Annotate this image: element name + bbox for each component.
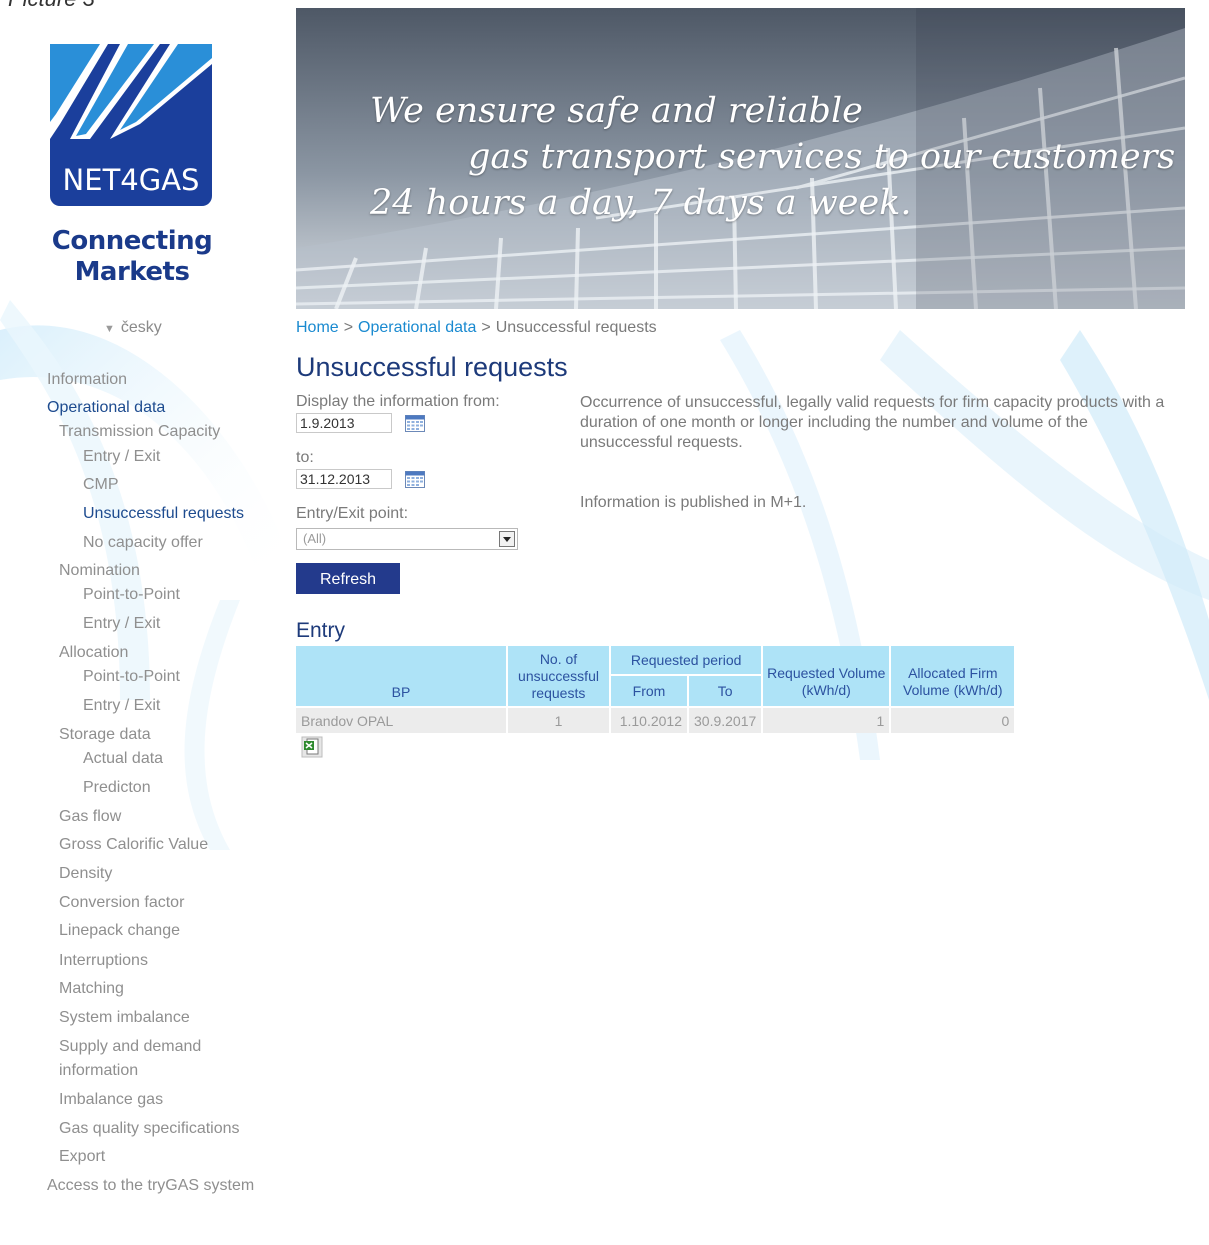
sidebar-item: information: [59, 1062, 139, 1079]
language-switch[interactable]: ▼ česky: [104, 319, 162, 337]
header-requested-volume: Requested Volume (kWh/d): [763, 646, 890, 706]
net4gas-logo[interactable]: NET4GAS: [50, 44, 212, 206]
sidebar-item[interactable]: Nomination: [59, 561, 140, 581]
sidebar-item[interactable]: Predicton: [83, 778, 151, 798]
breadcrumb: Home > Operational data > Unsuccessful reque…: [296, 319, 657, 337]
description-text: Occurrence of unsuccessful, legally vali…: [580, 394, 1165, 451]
sidebar-item[interactable]: Conversion factor: [59, 893, 184, 913]
sidebar-item[interactable]: Allocation: [59, 643, 128, 663]
from-date-label: Display the information from:: [296, 393, 500, 410]
refresh-button[interactable]: Refresh: [296, 563, 400, 594]
select-value: (All): [303, 531, 327, 546]
figure-caption: Picture 3: [8, 0, 95, 12]
breadcrumb-separator: >: [343, 319, 354, 336]
sidebar-item[interactable]: CMP: [83, 475, 119, 495]
banner-line3: 24 hours a day, 7 days a week.: [370, 183, 912, 223]
sidebar-item[interactable]: Supply and demand: [59, 1037, 201, 1057]
cell-from: 1.10.2012: [611, 706, 687, 733]
header-count: No. of unsuccessful requests: [508, 646, 609, 706]
entry-section-title: Entry: [296, 619, 346, 642]
sidebar-item[interactable]: Point-to-Point: [83, 667, 180, 687]
header-allocated-volume: Allocated Firm Volume (kWh/d): [891, 646, 1015, 706]
header-banner: We ensure safe and reliable gas transpor…: [296, 8, 1185, 309]
cell-requested: 1: [763, 706, 890, 733]
banner-line1: We ensure safe and reliable: [370, 91, 863, 131]
sidebar-item[interactable]: Export: [59, 1147, 105, 1167]
from-date-input[interactable]: [296, 413, 392, 433]
sidebar-item[interactable]: System imbalance: [59, 1008, 190, 1028]
cell-count: 1: [508, 706, 609, 733]
sidebar-item[interactable]: Transmission Capacity: [59, 422, 220, 442]
triangle-down-icon: ▼: [104, 323, 115, 335]
page-title: Unsuccessful requests: [296, 352, 568, 382]
breadcrumb-current: Unsuccessful requests: [495, 319, 657, 336]
slogan-line2: Markets: [74, 257, 190, 287]
sidebar-item[interactable]: Gross Calorific Value: [59, 835, 208, 855]
table-row: Brandov OPAL 1 1.10.2012 30.9.2017 1 0: [296, 706, 1015, 733]
chevron-down-icon[interactable]: [499, 531, 515, 547]
sidebar-item[interactable]: Linepack change: [59, 921, 180, 941]
sidebar-item[interactable]: Entry / Exit: [83, 696, 160, 716]
entry-exit-point-label: Entry/Exit point:: [296, 505, 409, 522]
sidebar-item[interactable]: Access to the tryGAS system: [47, 1176, 254, 1196]
publication-note: Information is published in M+1.: [580, 494, 807, 511]
breadcrumb-operational-data-link[interactable]: Operational data: [358, 319, 476, 336]
sidebar-item[interactable]: Density: [59, 864, 112, 884]
to-date-label: to:: [296, 449, 314, 466]
sidebar-item[interactable]: Operational data: [47, 398, 165, 418]
sidebar-item[interactable]: Interruptions: [59, 951, 148, 971]
breadcrumb-separator: >: [481, 319, 491, 336]
slogan: Connecting Markets: [30, 226, 234, 288]
breadcrumb-home-link[interactable]: Home: [296, 319, 339, 336]
language-label[interactable]: česky: [121, 319, 162, 336]
sidebar-item[interactable]: Gas flow: [59, 807, 121, 827]
cell-allocated: 0: [891, 706, 1015, 733]
header-requested-period: Requested period: [611, 646, 762, 676]
slogan-line1: Connecting: [51, 226, 213, 256]
sidebar-item[interactable]: Imbalance gas: [59, 1090, 163, 1110]
sidebar-item[interactable]: Actual data: [83, 749, 163, 769]
sidebar-item[interactable]: Entry / Exit: [83, 614, 160, 634]
entry-exit-point-select[interactable]: (All): [296, 528, 518, 550]
unsuccessful-requests-table: BP No. of unsuccessful requests Requeste…: [294, 646, 1016, 733]
logo-text: NET4GAS: [63, 163, 200, 197]
sidebar-item[interactable]: Unsuccessful requests: [83, 504, 244, 524]
calendar-icon[interactable]: [405, 471, 425, 488]
calendar-icon[interactable]: [405, 415, 425, 432]
sidebar-item[interactable]: Information: [47, 370, 127, 390]
banner-line2: gas transport services to our customers: [468, 137, 1176, 177]
sidebar-item[interactable]: Matching: [59, 979, 124, 999]
to-date-input[interactable]: [296, 469, 392, 489]
header-bp: BP: [296, 646, 506, 706]
sidebar-item[interactable]: No capacity offer: [83, 533, 203, 553]
header-from: From: [611, 676, 687, 706]
sidebar-item[interactable]: Gas quality specifications: [59, 1119, 240, 1139]
sidebar-item[interactable]: Point-to-Point: [83, 585, 180, 605]
cell-to: 30.9.2017: [689, 706, 762, 733]
excel-export-icon[interactable]: [301, 736, 323, 758]
sidebar-item[interactable]: Storage data: [59, 725, 151, 745]
header-to: To: [689, 676, 762, 706]
cell-bp: Brandov OPAL: [296, 706, 506, 733]
sidebar-item[interactable]: Entry / Exit: [83, 447, 160, 467]
